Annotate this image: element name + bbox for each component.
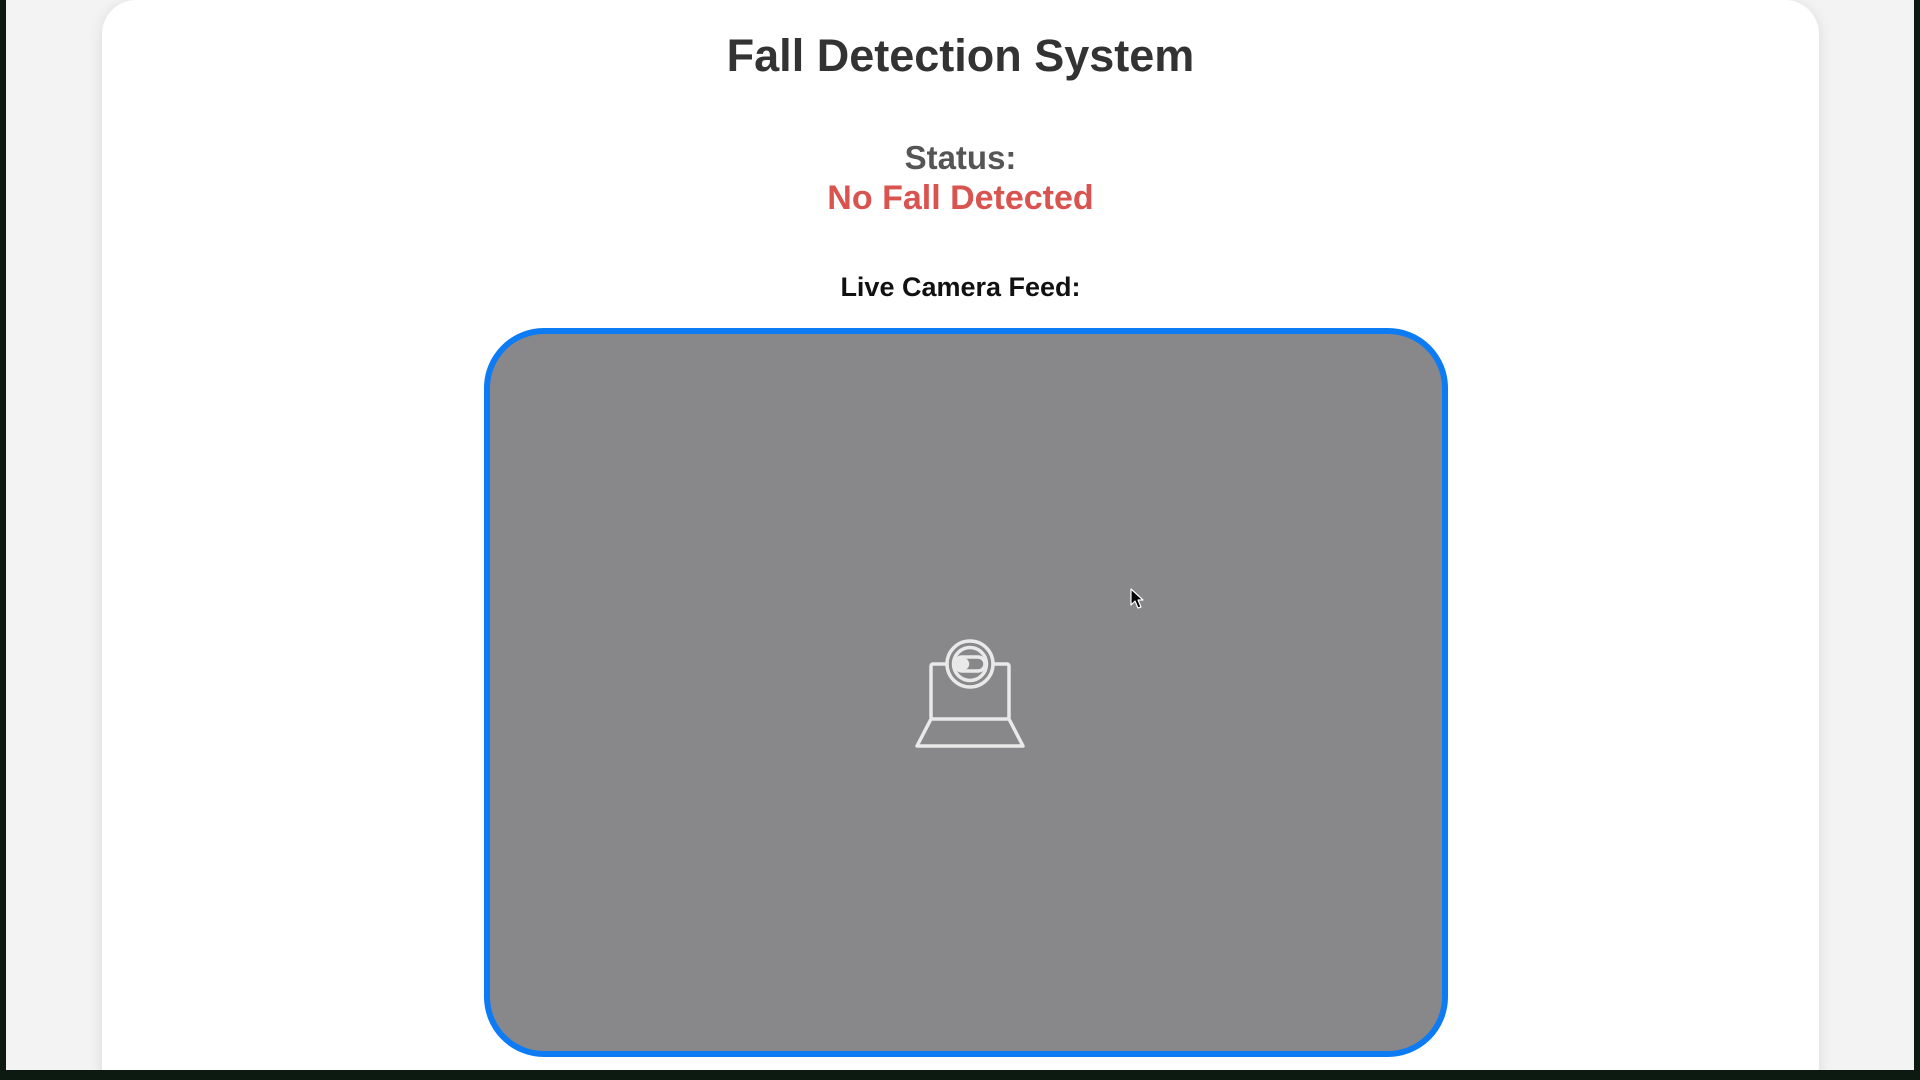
- browser-viewport: Fall Detection System Status: No Fall De…: [6, 0, 1914, 1070]
- webcam-icon: [915, 639, 1025, 748]
- camera-feed-label: Live Camera Feed:: [840, 272, 1081, 302]
- camera-feed[interactable]: [484, 328, 1448, 1057]
- status-label: Status:: [904, 139, 1017, 176]
- status-value: No Fall Detected: [827, 179, 1094, 217]
- page-title: Fall Detection System: [726, 30, 1195, 81]
- main-card: Fall Detection System Status: No Fall De…: [102, 0, 1819, 1070]
- mouse-cursor-icon: [1130, 588, 1144, 609]
